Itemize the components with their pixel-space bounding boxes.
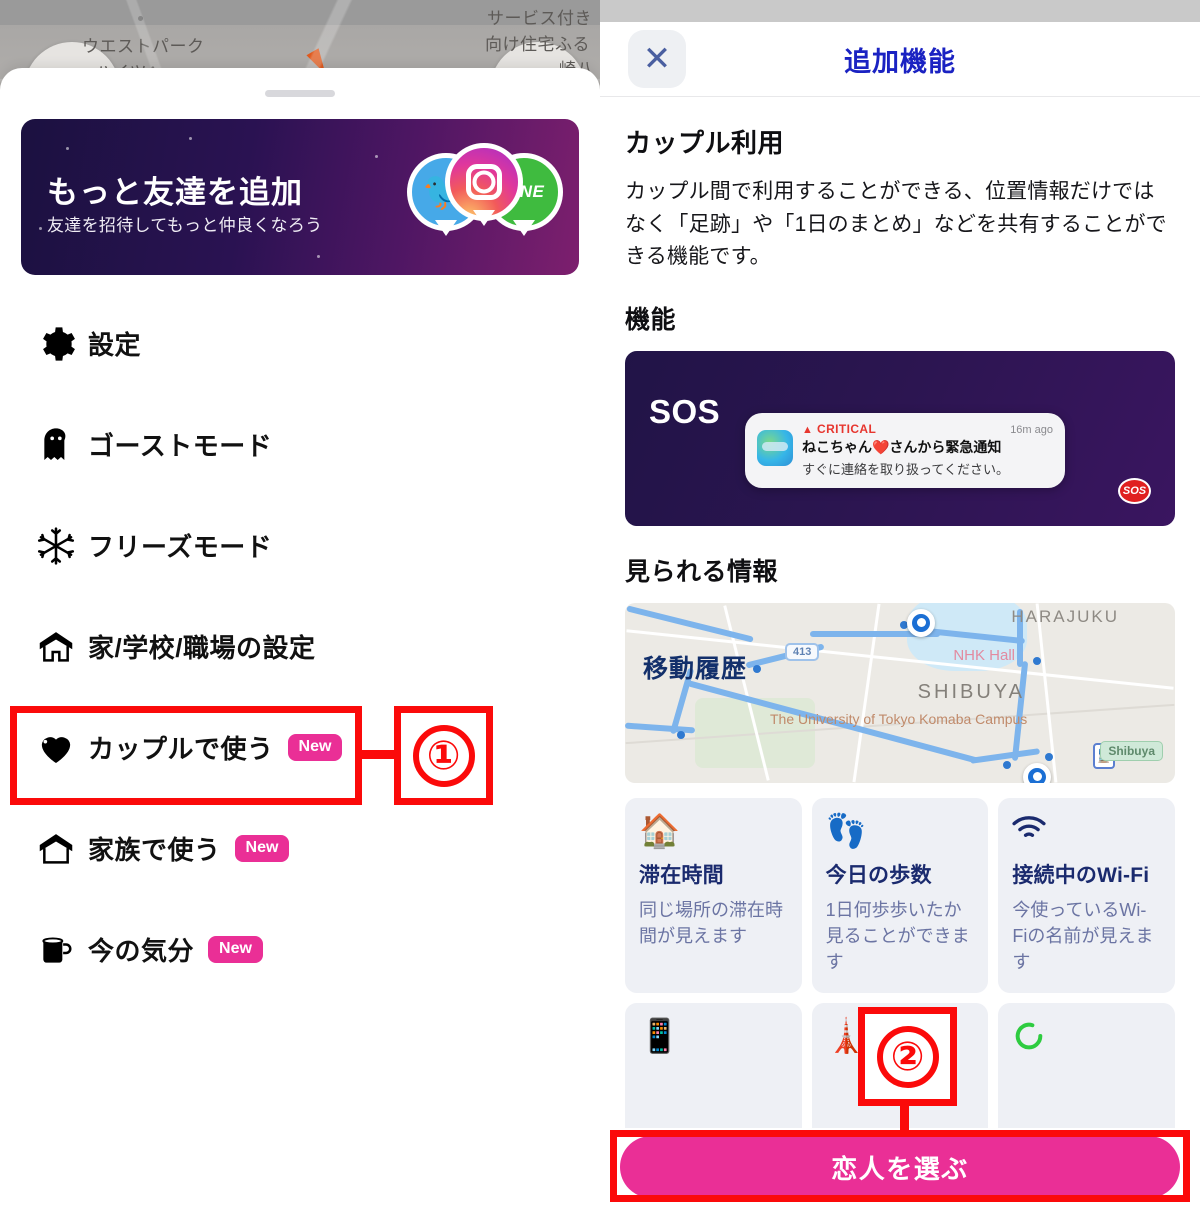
houses-emoji-icon: 🏠 <box>639 811 681 849</box>
location-history-map-card[interactable]: 413 HARAJUKU NHK Hall SHIBUYA The Univer… <box>625 602 1175 783</box>
map-overlay-label: 移動履歴 <box>643 654 748 683</box>
instagram-icon <box>445 143 523 226</box>
annotation-number-box-1: ① <box>394 706 493 805</box>
menu-item-ghost-mode[interactable]: ゴーストモード <box>0 394 600 495</box>
feature-card-description: 同じ場所の滞在時間が見えます <box>639 899 783 946</box>
section-heading-couple: カップル利用 <box>625 128 785 158</box>
menu-item-label: フリーズモード <box>88 532 273 562</box>
menu-item-mood[interactable]: 今の気分 New <box>0 899 600 1000</box>
map-label-shibuya: SHIBUYA <box>917 680 1025 703</box>
annotation-number-2: ② <box>876 1025 939 1088</box>
annotation-highlight-box-2 <box>610 1130 1190 1202</box>
menu-item-freeze-mode[interactable]: フリーズモード <box>0 495 600 596</box>
notification-title: ねこちゃん❤️さんから緊急通知 <box>802 438 1002 455</box>
sos-label: SOS <box>649 392 721 430</box>
gear-icon <box>24 324 88 364</box>
menu-item-family[interactable]: 家族で使う New <box>0 798 600 899</box>
warning-triangle-icon: ▲ <box>802 423 814 436</box>
promo-subtitle: 友達を招待してもっと仲良くなろう <box>47 216 323 235</box>
critical-text: CRITICAL <box>817 421 877 436</box>
modal-topbar: ✕ 追加機能 <box>600 22 1200 97</box>
mug-icon <box>24 931 88 969</box>
annotation-number-box-2: ② <box>858 1007 957 1106</box>
feature-card-description: 1日何歩歩いたか見ることができます <box>825 899 970 972</box>
menu-item-settings[interactable]: 設定 <box>0 293 600 394</box>
section-heading-visible-info: 見られる情報 <box>625 557 779 586</box>
annotation-connector-1 <box>358 750 398 759</box>
feature-card-stay-time[interactable]: 🏠 滞在時間 同じ場所の滞在時間が見えます <box>625 797 802 993</box>
settings-menu-list: 設定 ゴーストモード フリーズモード 家/学校/職場の設定 カップルで使う Ne… <box>0 293 600 1000</box>
menu-item-label: ゴーストモード <box>88 431 273 461</box>
map-label-nhk-hall: NHK Hall <box>953 646 1015 664</box>
bottom-sheet: もっと友達を追加 友達を招待してもっと仲良くなろう 🐦 LINE <box>0 68 600 1206</box>
map-label-service: サービス付き <box>487 9 592 28</box>
left-phone-screen: ウエストパーク ハイツA サービス付き 向け住宅ふる 崎八 もっと友達を追加 友… <box>0 0 600 1206</box>
feature-card-title: 今日の歩数 <box>825 863 932 887</box>
feature-card-steps[interactable]: 👣 今日の歩数 1日何歩歩いたか見ることができます <box>811 797 989 993</box>
sos-notification-preview: ▲ CRITICAL ねこちゃん❤️さんから緊急通知 すぐに連絡を取り扱ってくだ… <box>745 412 1065 488</box>
menu-item-label: 家/学校/職場の設定 <box>88 633 316 663</box>
social-icon-cluster: 🐦 LINE <box>407 143 563 243</box>
ghost-icon <box>24 425 88 465</box>
map-label-shibuya-station: Shibuya <box>1100 740 1163 761</box>
close-button[interactable]: ✕ <box>628 30 686 88</box>
route-shield-413: 413 <box>785 642 820 661</box>
menu-item-home-school-work[interactable]: 家/学校/職場の設定 <box>0 596 600 697</box>
map-location-pin-top <box>907 608 935 637</box>
page-title: 追加機能 <box>844 46 956 77</box>
house-icon <box>24 627 88 667</box>
menu-item-label: 今の気分 <box>88 936 195 966</box>
snowflake-icon <box>24 526 88 565</box>
map-location-pin-bottom <box>1023 762 1051 783</box>
notification-message: すぐに連絡を取り扱ってください。 <box>802 461 1009 477</box>
promo-title: もっと友達を追加 <box>47 175 303 210</box>
annotation-number-1: ① <box>412 724 475 787</box>
notification-timestamp: 16m ago <box>1010 423 1053 436</box>
section-heading-features: 機能 <box>625 305 677 334</box>
status-badge-new: New <box>234 835 290 862</box>
promo-banner-add-friends[interactable]: もっと友達を追加 友達を招待してもっと仲良くなろう 🐦 LINE <box>21 119 579 275</box>
close-icon: ✕ <box>642 40 672 78</box>
spinner-icon <box>1012 1019 1161 1058</box>
phone-emoji-icon: 📱 <box>639 1016 681 1054</box>
feature-card-title: 接続中のWi-Fi <box>1012 863 1150 887</box>
feature-card-wifi[interactable]: 接続中のWi-Fi 今使っているWi-Fiの名前が見えます <box>998 797 1175 993</box>
annotation-connector-2 <box>900 1102 909 1136</box>
wifi-icon <box>1012 814 1161 847</box>
status-badge-new: New <box>208 936 263 963</box>
feature-card-description: 今使っているWi-Fiの名前が見えます <box>1012 899 1154 972</box>
sos-feature-card[interactable]: SOS ▲ CRITICAL ねこちゃん❤️さんから緊急通知 すぐに連絡を取り扱… <box>625 350 1175 526</box>
map-label-harajuku: HARAJUKU <box>1011 606 1119 626</box>
app-icon <box>757 429 793 466</box>
right-phone-screen: ✕ 追加機能 カップル利用 カップル間で利用することができる、位置情報だけではな… <box>600 0 1200 1206</box>
map-label-housing: 向け住宅ふる <box>485 35 590 54</box>
status-bar <box>600 0 1200 22</box>
map-dot <box>138 16 143 21</box>
menu-item-label: 家族で使う <box>88 835 221 865</box>
menu-item-label: 設定 <box>88 330 142 360</box>
map-label-university: The University of Tokyo Komaba Campus <box>770 710 1028 727</box>
footprints-emoji-icon: 👣 <box>825 811 867 849</box>
sos-badge: SOS <box>1118 477 1151 504</box>
screenshot-root: ウエストパーク ハイツA サービス付き 向け住宅ふる 崎八 もっと友達を追加 友… <box>0 0 1200 1206</box>
feature-card-title: 滞在時間 <box>639 863 724 887</box>
section-description-couple: カップル間で利用することができる、位置情報だけではなく「足跡」や「1日のまとめ」… <box>625 180 1167 269</box>
annotation-highlight-box-1 <box>10 706 362 805</box>
house-outline-icon <box>24 829 88 869</box>
map-label-west-park: ウエストパーク <box>82 37 205 56</box>
sheet-grabber[interactable] <box>265 90 335 97</box>
